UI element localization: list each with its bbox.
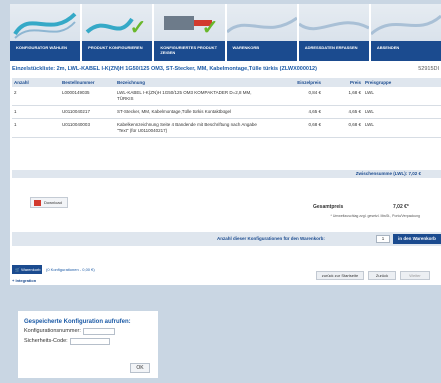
item-heading-text: Einzelstückliste: 2m, LWL-KABEL I-K(ZN)H… [12, 66, 317, 72]
cell-order-no: L0000149035 [62, 90, 90, 95]
configurator-panel: KONFIGURATOR WÄHLEN ✓ PRODUKT KONFIGURIE… [10, 4, 441, 285]
config-number-label: Konfigurationsnummer: [24, 328, 81, 334]
download-label: Download [44, 200, 62, 205]
check-icon: ✓ [129, 17, 147, 39]
cell-price-group: LWL [365, 122, 374, 127]
step-label: KONFIGURIERTES PRODUKT ZEIGEN [154, 41, 225, 61]
col-price-group: Preisgruppe [365, 80, 392, 85]
step-label: ABSENDEN [370, 41, 441, 61]
cell-price: 4,65 € [348, 109, 361, 114]
item-heading: Einzelstückliste: 2m, LWL-KABEL I-K(ZN)H… [12, 66, 441, 72]
step-select-configurator[interactable]: KONFIGURATOR WÄHLEN [10, 4, 81, 61]
cell-price-group: LWL [365, 109, 374, 114]
cell-qty: 1 [14, 109, 17, 114]
cell-order-no: U0110040217 [62, 109, 90, 114]
step-cart[interactable]: WARENKORB [226, 4, 297, 61]
check-icon: ✓ [201, 17, 219, 39]
plus-icon: + [12, 278, 15, 283]
table-row: 1 U0110040217 ST-Stecker, MM, Kabelmonta… [12, 106, 441, 119]
security-code-row: Sicherheits-Code: [24, 338, 152, 345]
step-label: KONFIGURATOR WÄHLEN [10, 41, 81, 61]
add-to-cart-button[interactable]: in den Warenkorb [393, 234, 441, 244]
col-qty: Anzahl [14, 80, 29, 85]
cell-unit-price: 0,84 € [308, 90, 321, 95]
item-extra-id: 52915DI [418, 66, 439, 72]
back-button[interactable]: Zurück [368, 271, 396, 280]
table-row: 1 U0110040003 Kabelkennzeichnung Seite 4… [12, 119, 441, 138]
cart-tab[interactable]: 🛒 Warenkorb [12, 265, 42, 274]
back-to-start-button[interactable]: zurück zur Startseite [316, 271, 364, 280]
cart-tab-label: Warenkorb [21, 267, 41, 272]
brand-logo: + Integration [12, 278, 37, 283]
saved-config-title: Gespeicherte Konfiguration aufrufen: [24, 319, 131, 325]
cell-description: LWL-KABEL I-K(ZN)H 1G50/125 OM3 KOMPAKTA… [117, 90, 252, 101]
subtotal-row: Zwischensumme (LWL): 7,02 € [12, 170, 441, 178]
col-order-no: Bestellnummer [62, 80, 95, 85]
saved-config-panel: Gespeicherte Konfiguration aufrufen: Kon… [18, 311, 158, 378]
config-number-row: Konfigurationsnummer: [24, 328, 152, 335]
step-label: PRODUKT KONFIGURIEREN [82, 41, 153, 61]
quantity-input[interactable]: 1 [376, 235, 390, 243]
cell-price: 1,68 € [348, 90, 361, 95]
col-price: Preis [349, 80, 361, 85]
cell-order-no: U0110040003 [62, 122, 90, 127]
cell-description: ST-Stecker, MM, Kabelmontage,Tülle türki… [117, 109, 232, 114]
step-label: WARENKORB [226, 41, 297, 61]
total-label: Gesamtpreis [313, 204, 344, 210]
security-code-input[interactable] [69, 338, 110, 345]
col-description: Bezeichnung [117, 80, 146, 85]
step-navigation: KONFIGURATOR WÄHLEN ✓ PRODUKT KONFIGURIE… [10, 4, 441, 61]
next-button[interactable]: Weiter [400, 271, 430, 280]
step-show-product[interactable]: ✓ KONFIGURIERTES PRODUKT ZEIGEN [154, 4, 225, 61]
step-configure-product[interactable]: ✓ PRODUKT KONFIGURIEREN [82, 4, 153, 61]
step-submit[interactable]: ABSENDEN [370, 4, 441, 61]
wave-illustration [370, 14, 441, 36]
cell-qty: 2 [14, 90, 17, 95]
add-to-cart-bar: Anzahl dieser Konfigurationen für den Wa… [12, 232, 441, 246]
wave-illustration [226, 16, 297, 34]
cart-quantity-label: Anzahl dieser Konfigurationen für den Wa… [217, 236, 325, 241]
table-header: Anzahl Bestellnummer Bezeichnung Einzelp… [12, 78, 441, 87]
parts-table: Anzahl Bestellnummer Bezeichnung Einzelp… [12, 78, 441, 138]
cell-price: 0,68 € [348, 122, 361, 127]
cell-qty: 1 [14, 122, 17, 127]
config-number-input[interactable] [82, 328, 115, 335]
cell-unit-price: 0,68 € [308, 122, 321, 127]
step-label: ADRESSDATEN ERFASSEN [298, 41, 369, 61]
cell-description: Kabelkennzeichnung Seite 4 Bandende mit … [117, 122, 257, 133]
step-address[interactable]: ADRESSDATEN ERFASSEN [298, 4, 369, 61]
security-code-label: Sicherheits-Code: [24, 338, 68, 344]
col-unit-price: Einzelpreis [297, 80, 321, 85]
cell-price-group: LWL [365, 90, 374, 95]
table-row: 2 L0000149035 LWL-KABEL I-K(ZN)H 1G50/12… [12, 87, 441, 106]
cable-illustration [13, 12, 77, 39]
wave-illustration [298, 21, 369, 31]
cart-icon: 🛒 [15, 267, 20, 272]
cart-summary[interactable]: (0 Konfigurationen - 0,00 €) [46, 267, 95, 272]
pdf-icon [34, 199, 41, 206]
download-button[interactable]: Download [30, 197, 68, 208]
total-value: 7,02 €* [393, 204, 409, 210]
cell-unit-price: 4,65 € [308, 109, 321, 114]
vat-note: * Umweltzuschlag zzgl. gesetzl. MwSt., P… [330, 214, 420, 218]
ok-button[interactable]: OK [130, 363, 150, 373]
